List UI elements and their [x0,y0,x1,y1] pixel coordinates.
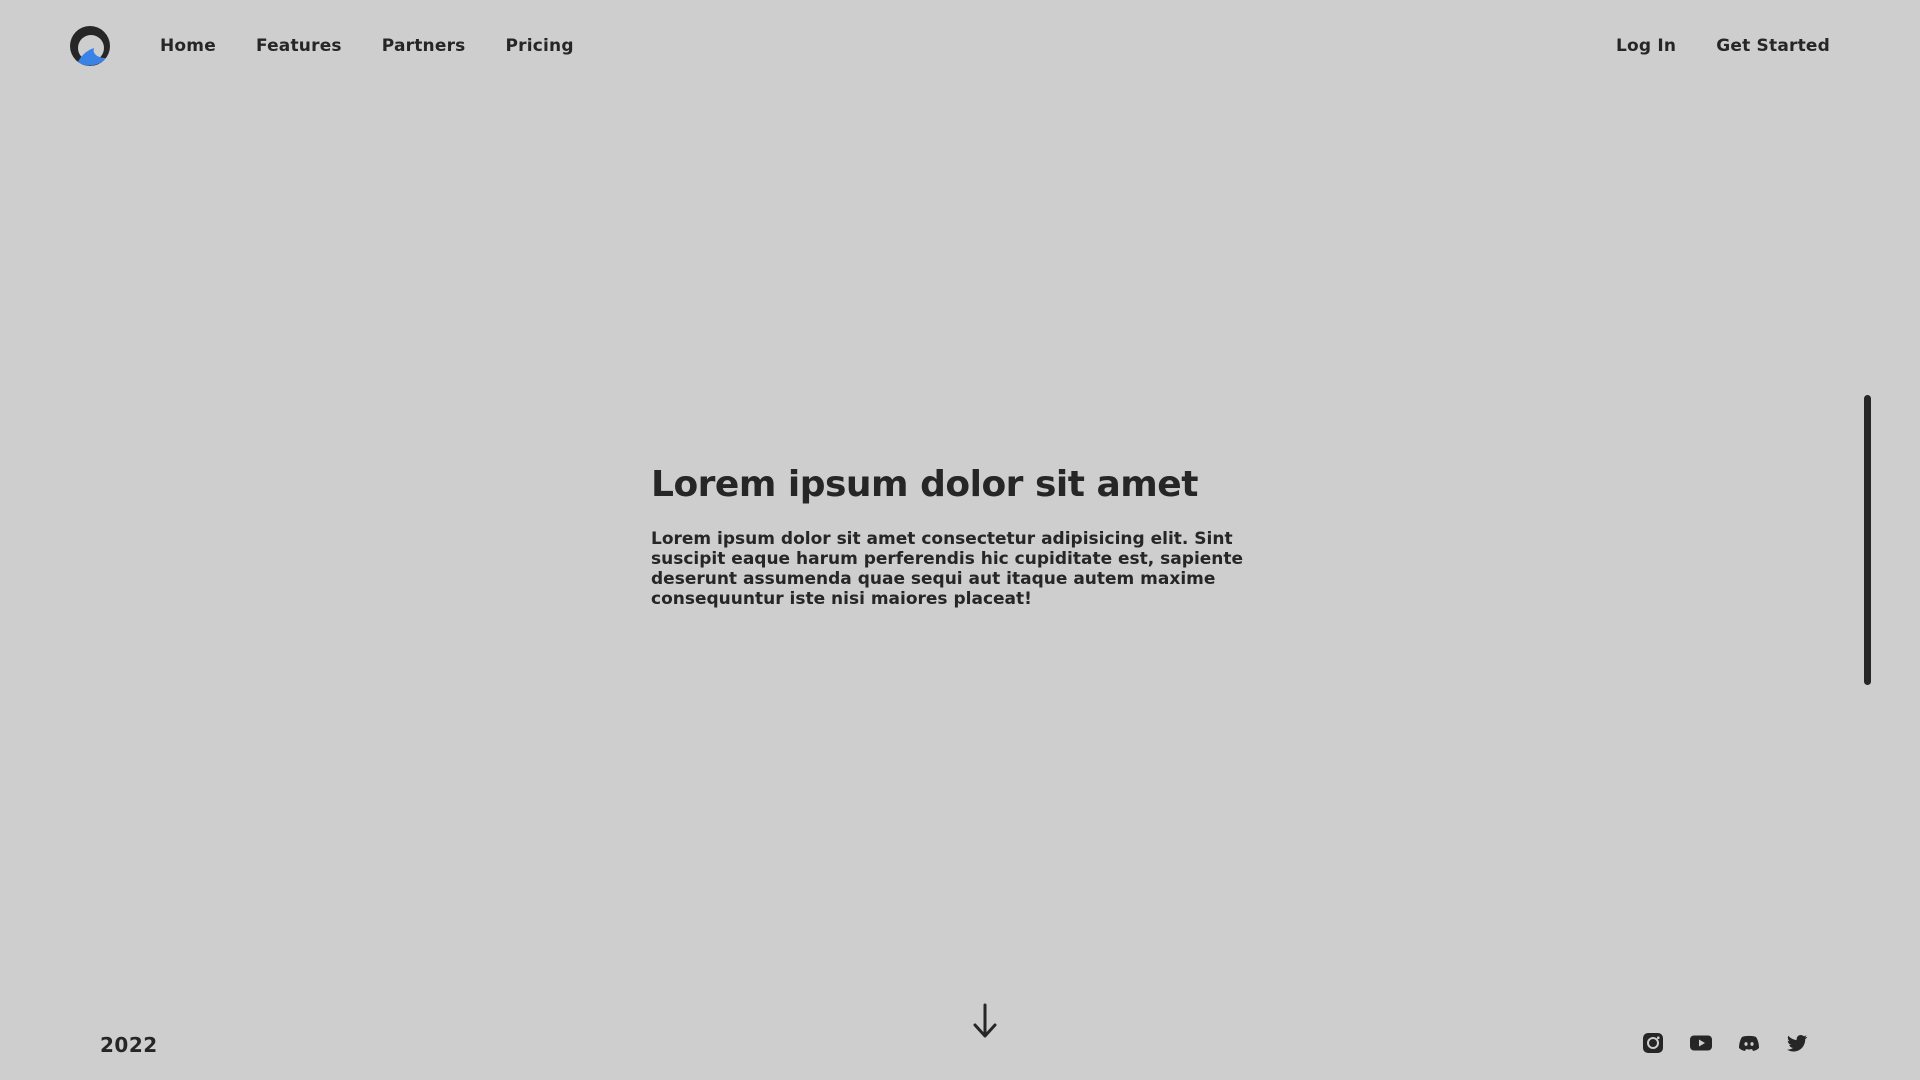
nav-partners-link[interactable]: Partners [382,36,466,56]
scroll-indicator[interactable] [1864,395,1871,685]
hero-body: Lorem ipsum dolor sit amet consectetur a… [651,529,1244,609]
arrow-down-icon[interactable] [969,1001,1001,1041]
hero-section: Lorem ipsum dolor sit amet Lorem ipsum d… [651,464,1271,609]
instagram-icon[interactable] [1641,1031,1665,1055]
get-started-link[interactable]: Get Started [1716,36,1830,56]
discord-icon[interactable] [1737,1031,1761,1055]
youtube-icon[interactable] [1689,1031,1713,1055]
footer-year: 2022 [100,1033,158,1057]
logo-icon[interactable] [68,24,112,68]
nav-pricing-link[interactable]: Pricing [505,36,573,56]
nav-features-link[interactable]: Features [256,36,342,56]
main-nav: Home Features Partners Pricing [160,0,614,92]
auth-nav: Log In Get Started [1576,0,1830,92]
hero-title: Lorem ipsum dolor sit amet [651,464,1198,505]
nav-home-link[interactable]: Home [160,36,216,56]
login-link[interactable]: Log In [1616,36,1676,56]
twitter-icon[interactable] [1785,1031,1809,1055]
social-links [1641,1031,1833,1055]
